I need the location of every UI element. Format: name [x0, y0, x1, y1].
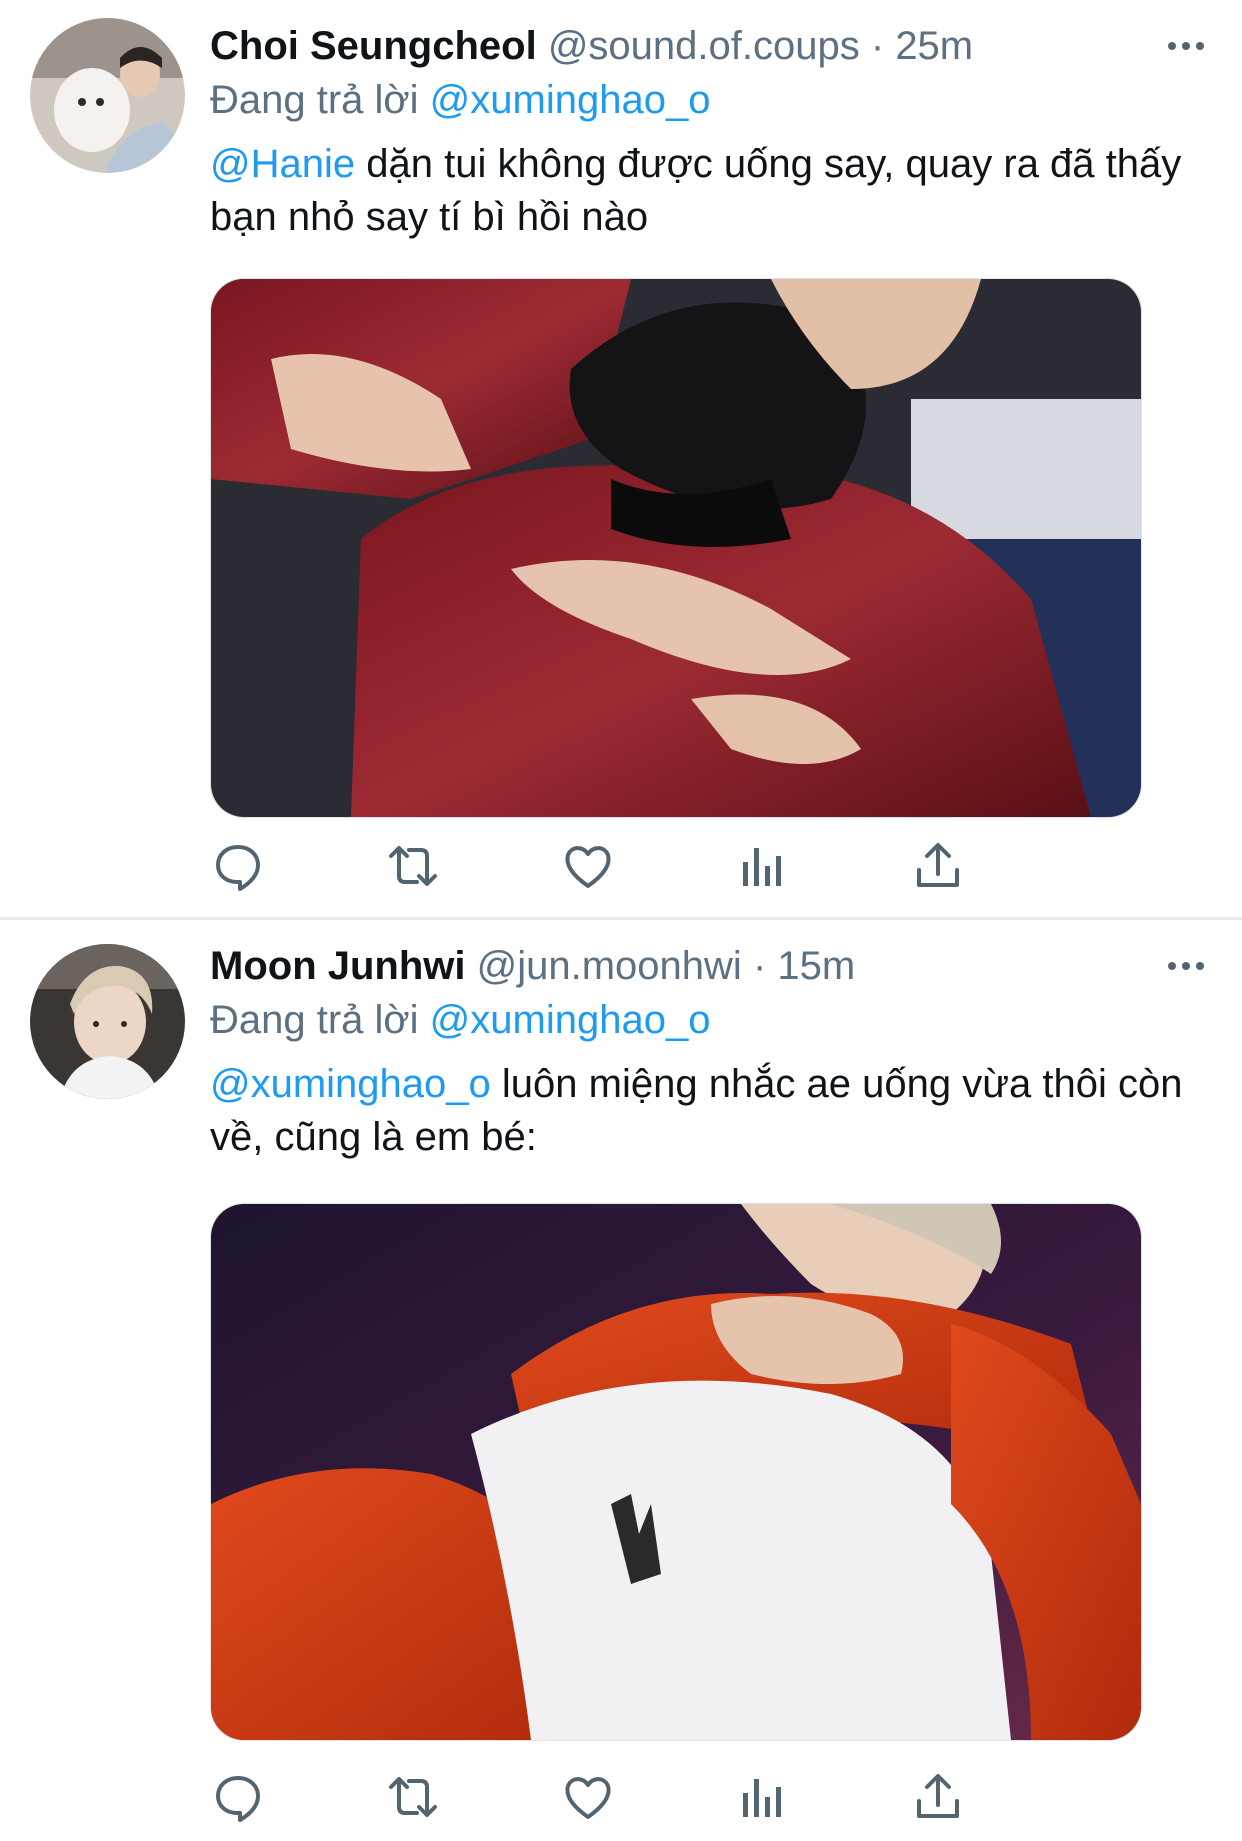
tweet-photo[interactable]	[210, 1203, 1142, 1741]
tweet-photo[interactable]	[210, 278, 1142, 818]
display-name[interactable]: Choi Seungcheol	[210, 24, 537, 68]
tweet-header: Moon Junhwi @jun.moonhwi · 15m	[210, 938, 855, 994]
retweet-icon[interactable]	[385, 1769, 441, 1825]
more-options-icon[interactable]	[1164, 24, 1208, 68]
analytics-icon[interactable]	[735, 1769, 791, 1825]
tweet-text: @Hanie dặn tui không được uống say, quay…	[210, 138, 1200, 244]
tweet-header: Choi Seungcheol @sound.of.coups · 25m	[210, 18, 973, 74]
like-icon[interactable]	[560, 838, 616, 894]
tweet[interactable]: Moon Junhwi @jun.moonhwi · 15m Đang trả …	[0, 920, 1242, 1841]
avatar[interactable]	[30, 18, 185, 173]
analytics-icon[interactable]	[735, 838, 791, 894]
user-handle[interactable]: @jun.moonhwi	[477, 944, 742, 988]
reply-to-mention[interactable]: @xuminghao_o	[430, 78, 711, 122]
timestamp[interactable]: 25m	[895, 24, 973, 68]
tweet-text: @xuminghao_o luôn miệng nhắc ae uống vừa…	[210, 1058, 1200, 1164]
replying-to: Đang trả lời @xuminghao_o	[210, 994, 710, 1046]
like-icon[interactable]	[560, 1769, 616, 1825]
share-icon[interactable]	[910, 1769, 966, 1825]
share-icon[interactable]	[910, 838, 966, 894]
tweet-actions	[210, 838, 1090, 898]
retweet-icon[interactable]	[385, 838, 441, 894]
avatar[interactable]	[30, 944, 185, 1099]
tweet-body: dặn tui không được uống say, quay ra đã …	[210, 142, 1182, 239]
replying-to: Đang trả lời @xuminghao_o	[210, 74, 710, 126]
display-name[interactable]: Moon Junhwi	[210, 944, 466, 988]
replying-to-label: Đang trả lời	[210, 78, 419, 122]
mention-link[interactable]: @xuminghao_o	[210, 1062, 491, 1106]
replying-to-label: Đang trả lời	[210, 998, 419, 1042]
separator: ·	[752, 944, 767, 988]
mention-link[interactable]: @Hanie	[210, 142, 355, 186]
reply-to-mention[interactable]: @xuminghao_o	[430, 998, 711, 1042]
tweet-actions	[210, 1769, 1090, 1829]
tweet[interactable]: Choi Seungcheol @sound.of.coups · 25m Đa…	[0, 0, 1242, 920]
timestamp[interactable]: 15m	[777, 944, 855, 988]
separator: ·	[870, 24, 885, 68]
user-handle[interactable]: @sound.of.coups	[548, 24, 860, 68]
reply-icon[interactable]	[210, 838, 266, 894]
more-options-icon[interactable]	[1164, 944, 1208, 988]
reply-icon[interactable]	[210, 1769, 266, 1825]
